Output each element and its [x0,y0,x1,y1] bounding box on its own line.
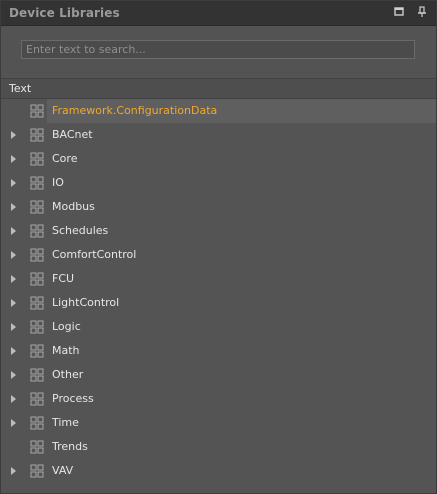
library-grid-icon [30,200,44,214]
expand-arrow-icon[interactable] [11,275,16,283]
expand-arrow-icon[interactable] [11,467,16,475]
tree-item-label: Other [52,368,84,381]
library-grid-icon [30,344,44,358]
search-input[interactable] [21,40,415,59]
expand-arrow-icon[interactable] [11,179,16,187]
library-grid-icon [30,296,44,310]
expand-arrow-icon[interactable] [11,395,16,403]
expand-arrow-icon[interactable] [11,371,16,379]
tree-item-label: Modbus [52,200,95,213]
expand-arrow-icon[interactable] [11,299,16,307]
tree-item-label: BACnet [52,128,93,141]
column-header-text: Text [9,82,32,95]
device-libraries-panel: Device Libraries Text Framework.Configur… [0,0,437,494]
library-grid-icon [30,248,44,262]
pin-icon[interactable] [415,5,429,19]
tree-item[interactable]: FCU [1,267,436,291]
tree-item-label: VAV [52,464,74,477]
tree-item-label: ComfortControl [52,248,137,261]
library-grid-icon [30,272,44,286]
tree-item[interactable]: Time [1,411,436,435]
tree-item-label: Framework.ConfigurationData [52,104,218,117]
tree-item[interactable]: Framework.ConfigurationData [1,99,436,123]
tree-item[interactable]: ComfortControl [1,243,436,267]
tree-item[interactable]: Schedules [1,219,436,243]
tree-item[interactable]: Trends [1,435,436,459]
expand-arrow-icon[interactable] [11,251,16,259]
library-grid-icon [30,440,44,454]
library-grid-icon [30,128,44,142]
tree-item[interactable]: Modbus [1,195,436,219]
expand-arrow-icon[interactable] [11,155,16,163]
library-grid-icon [30,320,44,334]
expand-arrow-icon[interactable] [11,323,16,331]
column-header[interactable]: Text [1,78,436,99]
expand-arrow-icon[interactable] [11,419,16,427]
panel-title: Device Libraries [9,6,120,20]
tree-item[interactable]: IO [1,171,436,195]
tree-item[interactable]: Math [1,339,436,363]
library-grid-icon [30,224,44,238]
expand-arrow-icon[interactable] [11,347,16,355]
library-grid-icon [30,176,44,190]
tree-item-label: Logic [52,320,81,333]
maximize-icon[interactable] [392,5,406,19]
tree-item-label: Process [52,392,94,405]
library-grid-icon [30,392,44,406]
tree-item-label: LightControl [52,296,120,309]
library-grid-icon [30,152,44,166]
library-grid-icon [30,368,44,382]
tree-item-label: Trends [52,440,88,453]
tree-item[interactable]: LightControl [1,291,436,315]
tree-item-label: Core [52,152,78,165]
tree-item[interactable]: VAV [1,459,436,483]
tree-item-label: Schedules [52,224,109,237]
tree-item[interactable]: BACnet [1,123,436,147]
search-area [1,26,436,76]
library-grid-icon [30,464,44,478]
tree-item[interactable]: Other [1,363,436,387]
expand-arrow-icon[interactable] [11,203,16,211]
tree-item[interactable]: Logic [1,315,436,339]
tree-item[interactable]: Core [1,147,436,171]
tree-item-label: Math [52,344,80,357]
expand-arrow-icon[interactable] [11,131,16,139]
panel-title-bar: Device Libraries [1,1,436,26]
tree-item-label: Time [52,416,79,429]
tree-item-label: IO [52,176,64,189]
tree-item[interactable]: Process [1,387,436,411]
expand-arrow-icon[interactable] [11,227,16,235]
library-grid-icon [30,416,44,430]
tree-item-label: FCU [52,272,75,285]
library-grid-icon [30,104,44,118]
